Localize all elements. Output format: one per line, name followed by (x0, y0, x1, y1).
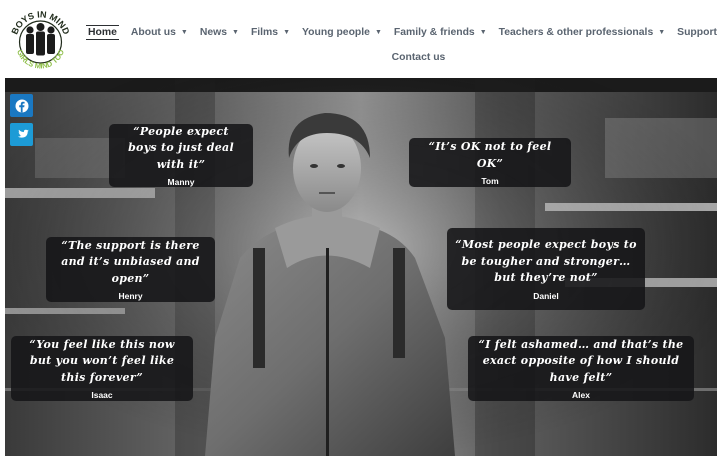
nav-row-secondary: Contact us (86, 47, 711, 67)
quote-text: “The support is there and it’s unbiased … (61, 238, 200, 285)
quote-author: Henry (118, 291, 143, 302)
twitter-share-button[interactable] (10, 123, 33, 146)
quote-author: Tom (481, 176, 499, 186)
quote-card: “Most people expect boys to be tougher a… (447, 228, 645, 310)
nav-item-support-us[interactable]: Support us▼ (677, 27, 717, 38)
nav-item-home[interactable]: Home (86, 24, 119, 40)
nav-item-about-us[interactable]: About us ▼ (131, 27, 188, 38)
facebook-icon (15, 99, 28, 112)
nav-item-contact-us[interactable]: Contact us (392, 52, 446, 63)
quote-text: “People expect boys to just deal with it… (128, 124, 234, 171)
nav-item-family-and-friends[interactable]: Family & friends ▼ (394, 27, 487, 38)
quote-text: “You feel like this now but you won’t fe… (29, 337, 175, 384)
nav-item-news[interactable]: News ▼ (200, 27, 239, 38)
quote-text: “I felt ashamed… and that’s the exact op… (478, 337, 684, 384)
quote-text: “Most people expect boys to be tougher a… (455, 238, 637, 285)
nav-item-label: Family & friends (393, 26, 475, 38)
nav-item-young-people[interactable]: Young people ▼ (302, 27, 382, 38)
quote-author: Manny (167, 177, 195, 188)
nav-item-label: Support us (677, 26, 717, 38)
twitter-icon (17, 129, 29, 138)
quote-author: Isaac (91, 390, 113, 401)
main-nav: Home About us ▼ News ▼ Films ▼ Young people ▼ Fam… (86, 22, 717, 67)
quote-text: “It’s OK not to feel OK” (428, 140, 552, 170)
chevron-down-icon: ▼ (374, 28, 382, 36)
quote-card: “You feel like this now but you won’t fe… (11, 336, 193, 401)
nav-item-label: Films (250, 26, 279, 38)
nav-item-label: Home (88, 26, 117, 38)
chevron-down-icon: ▼ (283, 28, 291, 36)
nav-row-primary: Home About us ▼ News ▼ Films ▼ Young people ▼ Fam… (86, 22, 717, 42)
chevron-down-icon: ▼ (658, 28, 666, 36)
quote-author: Alex (572, 390, 590, 401)
nav-item-label: Contact us (391, 51, 446, 63)
nav-item-label: Teachers & other professionals (498, 26, 654, 38)
quote-card: “People expect boys to just deal with it… (109, 124, 253, 187)
nav-item-label: Young people (302, 26, 370, 38)
facebook-share-button[interactable] (10, 94, 33, 117)
site-header: BOYS IN MIND GIRLS MIND TOO Home About us… (0, 0, 717, 78)
quote-card: “The support is there and it’s unbiased … (46, 237, 215, 302)
quote-card: “I felt ashamed… and that’s the exact op… (468, 336, 694, 401)
nav-item-label: News (199, 26, 227, 38)
nav-item-films[interactable]: Films ▼ (251, 27, 290, 38)
nav-item-label: About us (130, 26, 176, 38)
chevron-down-icon: ▼ (180, 28, 188, 36)
boys-in-mind-logo[interactable]: BOYS IN MIND GIRLS MIND TOO (7, 6, 74, 73)
nav-item-teachers-and-other-professionals[interactable]: Teachers & other professionals ▼ (499, 27, 666, 38)
chevron-down-icon: ▼ (232, 28, 239, 36)
chevron-down-icon: ▼ (479, 28, 487, 36)
quote-author: Daniel (533, 290, 559, 301)
quote-card: “It’s OK not to feel OK” Tom (409, 138, 571, 187)
